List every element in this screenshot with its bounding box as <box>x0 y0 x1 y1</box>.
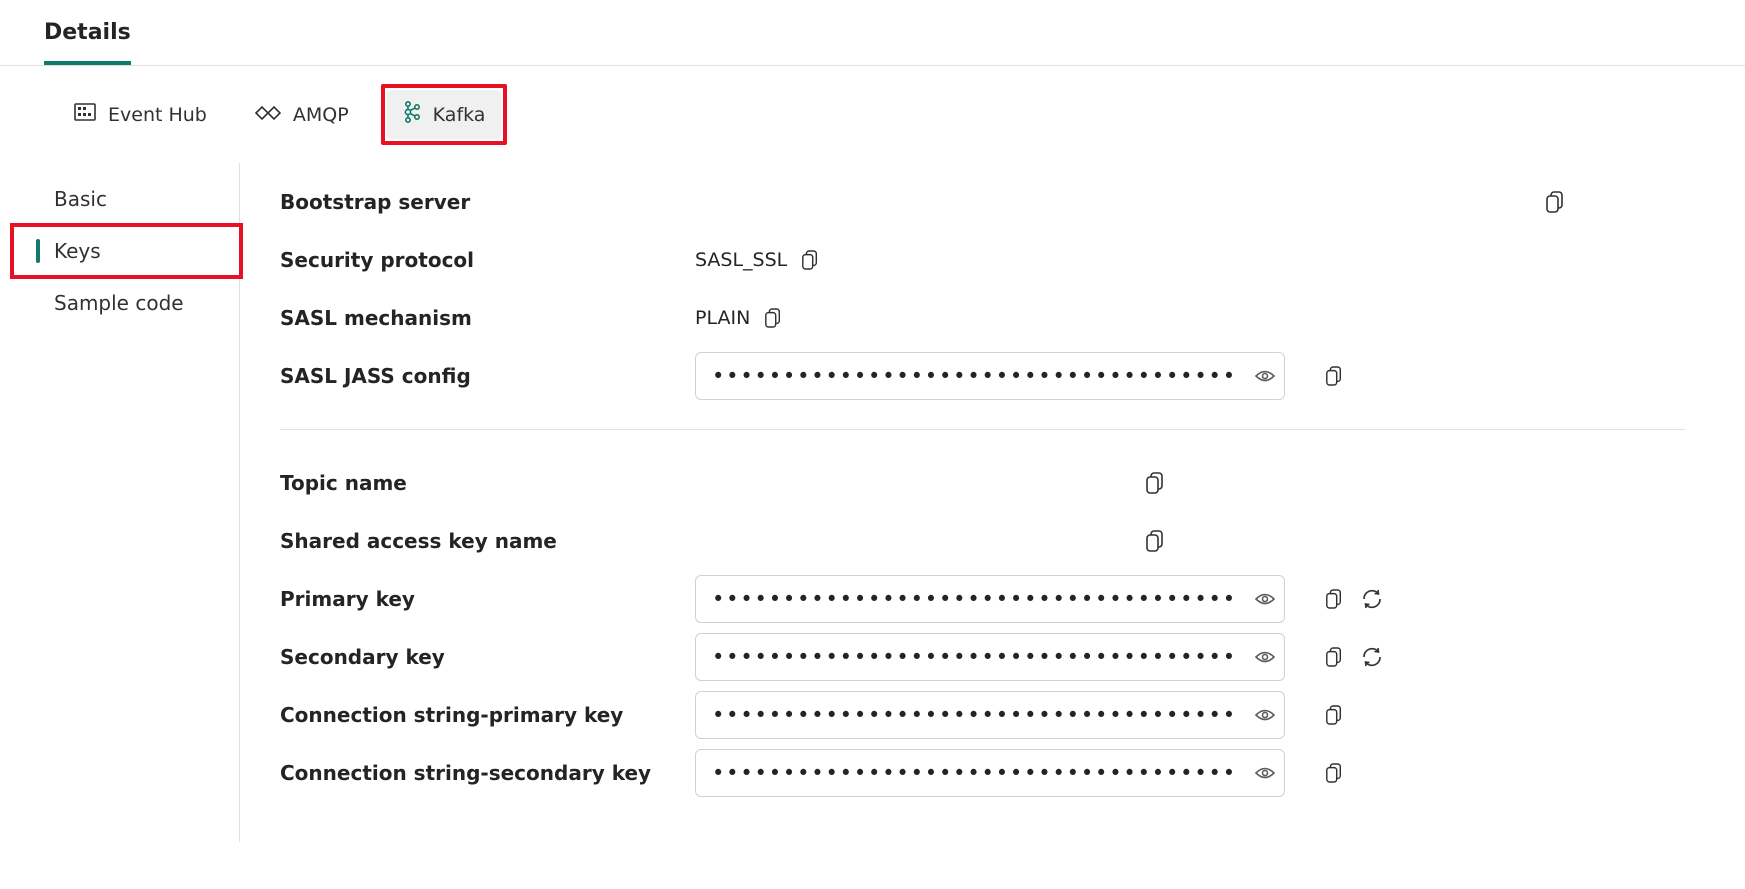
row-secondary-key: Secondary key <box>280 628 1685 686</box>
tab-details[interactable]: Details <box>44 20 131 65</box>
copy-icon[interactable] <box>1545 190 1565 214</box>
content-area: Basic Keys Sample code Bootstrap server … <box>0 163 1745 842</box>
reveal-icon[interactable] <box>1255 708 1275 722</box>
connection-string-secondary-input[interactable] <box>695 749 1285 797</box>
row-connection-string-primary: Connection string-primary key <box>280 686 1685 744</box>
reveal-icon[interactable] <box>1255 592 1275 606</box>
protocol-tab-label: AMQP <box>293 104 349 126</box>
copy-icon[interactable] <box>801 249 819 271</box>
main-panel: Bootstrap server Security protocol SASL_… <box>240 163 1745 842</box>
protocol-tab-eventhub[interactable]: Event Hub <box>58 93 223 136</box>
row-shared-access-key-name: Shared access key name <box>280 512 1685 570</box>
copy-icon[interactable] <box>1325 588 1343 610</box>
row-connection-string-secondary: Connection string-secondary key <box>280 744 1685 802</box>
reveal-icon[interactable] <box>1255 369 1275 383</box>
field-label: Security protocol <box>280 248 675 272</box>
row-bootstrap-server: Bootstrap server <box>280 173 1685 231</box>
field-label: Primary key <box>280 587 675 611</box>
copy-icon[interactable] <box>1145 529 1165 553</box>
field-label: Secondary key <box>280 645 675 669</box>
sidebar: Basic Keys Sample code <box>0 163 240 842</box>
amqp-icon <box>255 104 281 126</box>
sasl-jass-config-input[interactable] <box>695 352 1285 400</box>
protocol-tab-kafka[interactable]: Kafka <box>387 90 502 139</box>
protocol-tabs: Event Hub AMQP Kafka <box>0 66 1745 163</box>
keys-highlight-box <box>10 223 243 279</box>
connection-string-primary-input[interactable] <box>695 691 1285 739</box>
copy-icon[interactable] <box>1325 704 1343 726</box>
field-value: PLAIN <box>695 307 750 329</box>
field-label: SASL JASS config <box>280 364 675 388</box>
field-value: SASL_SSL <box>695 249 787 271</box>
row-topic-name: Topic name <box>280 454 1685 512</box>
protocol-tab-label: Event Hub <box>108 104 207 126</box>
copy-icon[interactable] <box>1145 471 1165 495</box>
row-primary-key: Primary key <box>280 570 1685 628</box>
field-label: Connection string-secondary key <box>280 761 675 785</box>
top-tabs: Details <box>0 0 1745 66</box>
regenerate-icon[interactable] <box>1361 588 1383 610</box>
divider <box>280 429 1685 430</box>
row-security-protocol: Security protocol SASL_SSL <box>280 231 1685 289</box>
copy-icon[interactable] <box>764 307 782 329</box>
secondary-key-input[interactable] <box>695 633 1285 681</box>
row-sasl-mechanism: SASL mechanism PLAIN <box>280 289 1685 347</box>
field-label: Shared access key name <box>280 529 675 553</box>
sidebar-item-sample-code[interactable]: Sample code <box>0 277 239 329</box>
field-label: Bootstrap server <box>280 190 675 214</box>
protocol-tab-amqp[interactable]: AMQP <box>239 94 365 136</box>
eventhub-icon <box>74 103 96 126</box>
kafka-highlight-box: Kafka <box>381 84 508 145</box>
field-label: Connection string-primary key <box>280 703 675 727</box>
sidebar-item-label: Keys <box>54 239 101 263</box>
reveal-icon[interactable] <box>1255 650 1275 664</box>
kafka-icon <box>403 100 421 129</box>
copy-icon[interactable] <box>1325 365 1343 387</box>
reveal-icon[interactable] <box>1255 766 1275 780</box>
field-label: SASL mechanism <box>280 306 675 330</box>
row-sasl-jass-config: SASL JASS config <box>280 347 1685 405</box>
field-label: Topic name <box>280 471 675 495</box>
protocol-tab-label: Kafka <box>433 104 486 126</box>
copy-icon[interactable] <box>1325 762 1343 784</box>
sidebar-item-keys[interactable]: Keys <box>0 225 239 277</box>
regenerate-icon[interactable] <box>1361 646 1383 668</box>
sidebar-item-basic[interactable]: Basic <box>0 173 239 225</box>
primary-key-input[interactable] <box>695 575 1285 623</box>
copy-icon[interactable] <box>1325 646 1343 668</box>
